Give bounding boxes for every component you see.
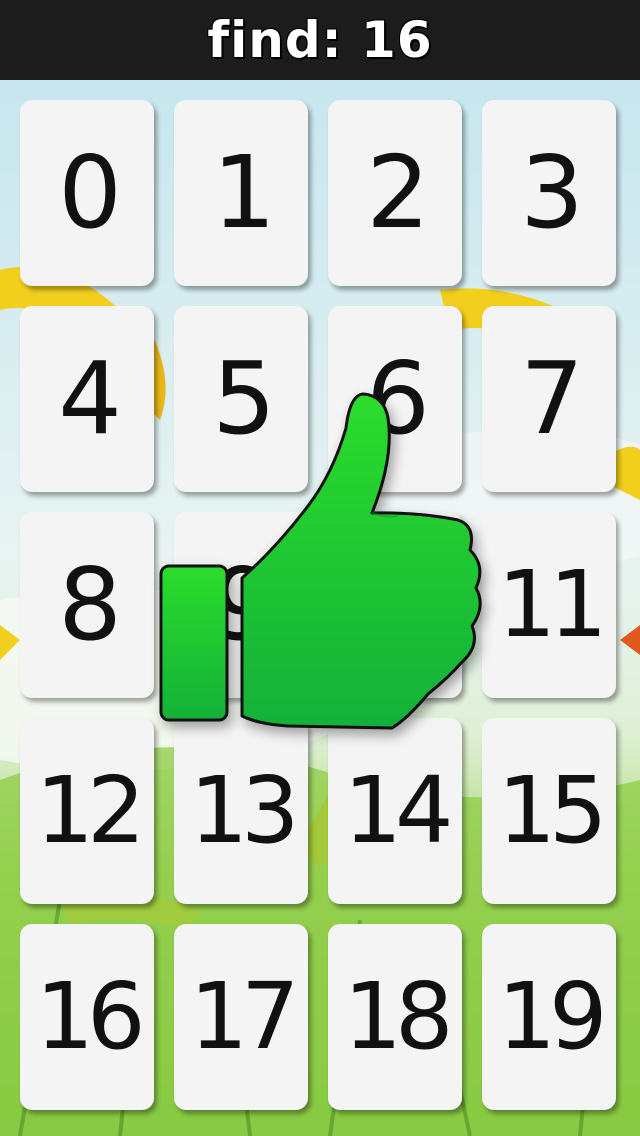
number-card[interactable]: 18 bbox=[328, 924, 462, 1110]
number-card[interactable]: 15 bbox=[482, 718, 616, 904]
number-card[interactable]: 7 bbox=[482, 306, 616, 492]
number-card[interactable]: 8 bbox=[20, 512, 154, 698]
number-card[interactable]: 17 bbox=[174, 924, 308, 1110]
card-number: 13 bbox=[189, 757, 299, 864]
card-number: 12 bbox=[35, 757, 145, 864]
number-card[interactable]: 13 bbox=[174, 718, 308, 904]
card-number: 14 bbox=[343, 757, 453, 864]
card-number: 19 bbox=[497, 963, 607, 1070]
number-card[interactable]: 1 bbox=[174, 100, 308, 286]
number-card[interactable]: 16 bbox=[20, 924, 154, 1110]
card-number: 2 bbox=[366, 134, 430, 251]
card-number: 16 bbox=[35, 963, 145, 1070]
number-card[interactable]: 11 bbox=[482, 512, 616, 698]
card-number: 15 bbox=[497, 757, 607, 864]
card-number: 11 bbox=[497, 551, 607, 658]
card-number: 4 bbox=[58, 340, 122, 457]
find-target-label: find: 16 bbox=[207, 11, 433, 69]
card-number: 1 bbox=[212, 134, 276, 251]
number-card[interactable]: 14 bbox=[328, 718, 462, 904]
card-number: 18 bbox=[343, 963, 453, 1070]
card-number: 3 bbox=[520, 134, 584, 251]
number-card[interactable]: 0 bbox=[20, 100, 154, 286]
number-card[interactable]: 2 bbox=[328, 100, 462, 286]
number-card[interactable]: 3 bbox=[482, 100, 616, 286]
number-card[interactable]: 19 bbox=[482, 924, 616, 1110]
top-bar: find: 16 bbox=[0, 0, 640, 80]
number-card[interactable]: 12 bbox=[20, 718, 154, 904]
card-number: 8 bbox=[58, 546, 122, 663]
card-number: 0 bbox=[58, 134, 122, 251]
thumbs-up-icon bbox=[159, 392, 482, 730]
card-number: 7 bbox=[520, 340, 584, 457]
number-card[interactable]: 4 bbox=[20, 306, 154, 492]
card-number: 17 bbox=[189, 963, 299, 1070]
